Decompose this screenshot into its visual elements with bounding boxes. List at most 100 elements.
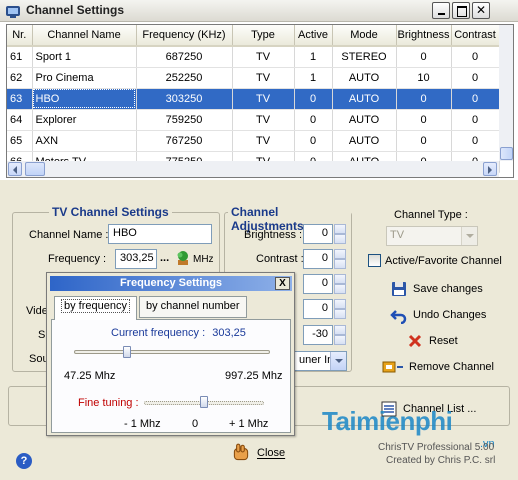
undo-changes-button[interactable]: Undo Changes xyxy=(390,304,486,326)
fine-tuning-label: Fine tuning : xyxy=(78,397,139,409)
help-icon: ? xyxy=(20,455,28,467)
group-title: TV Channel Settings xyxy=(49,205,172,219)
adjustment-spinner-4[interactable] xyxy=(334,299,346,319)
contrast-spinner[interactable] xyxy=(334,249,346,269)
column-header[interactable]: Active xyxy=(294,25,333,47)
active-favorite-label: Active/Favorite Channel xyxy=(385,255,502,267)
frequency-max-label: 997.25 Mhz xyxy=(225,370,283,382)
contrast-input[interactable]: 0 xyxy=(303,249,333,269)
frequency-plant-icon[interactable] xyxy=(175,250,191,266)
horizontal-scrollbar[interactable] xyxy=(7,161,499,177)
table-cell: 252250 xyxy=(136,67,233,89)
column-header[interactable]: Type xyxy=(232,25,295,47)
maximize-button[interactable] xyxy=(452,2,470,19)
frequency-dialog-button[interactable]: ... xyxy=(160,252,169,264)
table-cell: 0 xyxy=(396,88,452,110)
channel-type-value: TV xyxy=(390,229,405,241)
channel-name-input[interactable]: HBO xyxy=(108,224,212,244)
active-favorite-checkbox[interactable] xyxy=(368,254,381,267)
tab-by-channel-number[interactable]: by channel number xyxy=(139,296,247,318)
frequency-tab-panel: Current frequency : 303,25 47.25 Mhz 997… xyxy=(51,319,291,433)
table-cell: 0 xyxy=(451,130,500,152)
column-header[interactable]: Nr. xyxy=(7,25,33,47)
vertical-scrollbar[interactable] xyxy=(499,25,513,161)
frequency-slider-track[interactable] xyxy=(74,350,270,354)
table-cell: HBO xyxy=(32,88,137,110)
brightness-spinner[interactable] xyxy=(334,224,346,244)
close-button[interactable]: Close xyxy=(230,442,285,464)
table-cell: 0 xyxy=(294,130,333,152)
table-cell: 0 xyxy=(451,109,500,131)
contrast-label: Contrast : xyxy=(256,253,304,265)
table-cell: 0 xyxy=(396,46,452,68)
table-row[interactable]: 65 AXN 767250 TV 0 AUTO 0 0 xyxy=(7,130,500,152)
channel-name-label: Channel Name : xyxy=(29,229,109,241)
column-header[interactable]: Contrast xyxy=(451,25,500,47)
dialog-close-button[interactable]: X xyxy=(275,277,290,290)
help-button[interactable]: ? xyxy=(16,453,32,469)
tab-label: by frequency xyxy=(61,299,130,313)
scroll-thumb[interactable] xyxy=(500,147,513,160)
column-header[interactable]: Channel Name xyxy=(32,25,137,47)
reset-label: Reset xyxy=(429,335,458,347)
table-cell: AUTO xyxy=(332,67,397,89)
adjustment-input-4[interactable]: 0 xyxy=(303,299,333,319)
column-header[interactable]: Mode xyxy=(332,25,397,47)
table-cell: 1 xyxy=(294,46,333,68)
adjustment-input-3[interactable]: 0 xyxy=(303,274,333,294)
scroll-right-button[interactable] xyxy=(483,162,497,176)
adjustment-spinner-3[interactable] xyxy=(334,274,346,294)
brightness-input[interactable]: 0 xyxy=(303,224,333,244)
table-cell: AUTO xyxy=(332,109,397,131)
video-label: Vide xyxy=(26,305,48,317)
table-row[interactable]: 64 Explorer 759250 TV 0 AUTO 0 0 xyxy=(7,109,500,131)
window-title: Channel Settings xyxy=(26,3,125,17)
adjustment-input-5[interactable]: -30 xyxy=(303,325,333,345)
table-row[interactable]: 63 HBO 303250 TV 0 AUTO 0 0 xyxy=(7,88,500,110)
watermark-logo: Taimienphi xyxy=(322,406,453,437)
tuner-input-value: uner In xyxy=(299,354,334,366)
save-icon xyxy=(392,282,406,296)
remove-channel-button[interactable]: Remove Channel xyxy=(380,356,494,378)
fine-tuning-slider-thumb[interactable] xyxy=(200,396,208,408)
tab-by-frequency[interactable]: by frequency xyxy=(54,296,137,320)
dialog-title: Frequency Settings xyxy=(50,276,292,291)
minimize-button[interactable] xyxy=(432,2,450,19)
remove-channel-icon xyxy=(382,361,403,373)
table-cell: 303250 xyxy=(136,88,233,110)
scroll-thumb[interactable] xyxy=(25,162,45,176)
table-cell: 0 xyxy=(294,88,333,110)
reset-button[interactable]: Reset xyxy=(408,330,458,352)
table-cell: 0 xyxy=(396,130,452,152)
chevron-down-icon xyxy=(461,227,477,245)
table-cell: 65 xyxy=(7,130,33,152)
close-window-button[interactable]: ✕ xyxy=(472,2,490,19)
save-changes-label: Save changes xyxy=(413,283,483,295)
frequency-unit-label: MHz xyxy=(193,254,214,265)
fine-min-label: - 1 Mhz xyxy=(124,418,161,430)
close-hand-icon xyxy=(233,443,249,461)
table-cell: TV xyxy=(232,67,295,89)
current-frequency-caption: Current frequency : xyxy=(111,327,206,339)
scroll-left-button[interactable] xyxy=(8,162,22,176)
table-row[interactable]: 61 Sport 1 687250 TV 1 STEREO 0 0 xyxy=(7,46,500,68)
channel-table[interactable]: Nr. Channel Name Frequency (KHz) Type Ac… xyxy=(6,24,514,178)
frequency-input[interactable]: 303,25 xyxy=(115,249,157,269)
close-label: Close xyxy=(257,447,286,459)
save-changes-button[interactable]: Save changes xyxy=(390,278,483,300)
table-cell: Pro Cinema xyxy=(32,67,137,89)
table-cell: TV xyxy=(232,46,295,68)
channel-type-select[interactable]: TV xyxy=(386,226,478,246)
frequency-slider-thumb[interactable] xyxy=(122,346,131,358)
table-cell: Sport 1 xyxy=(32,46,137,68)
channel-type-label: Channel Type : xyxy=(394,209,468,221)
table-cell: 64 xyxy=(7,109,33,131)
column-header[interactable]: Frequency (KHz) xyxy=(136,25,233,47)
table-row[interactable]: 62 Pro Cinema 252250 TV 1 AUTO 10 0 xyxy=(7,67,500,89)
table-cell: TV xyxy=(232,88,295,110)
arrow-left-icon xyxy=(9,166,17,174)
column-header[interactable]: Brightness xyxy=(396,25,452,47)
app-tv-icon xyxy=(6,6,20,18)
table-cell: 0 xyxy=(451,46,500,68)
adjustment-spinner-5[interactable] xyxy=(334,325,346,345)
